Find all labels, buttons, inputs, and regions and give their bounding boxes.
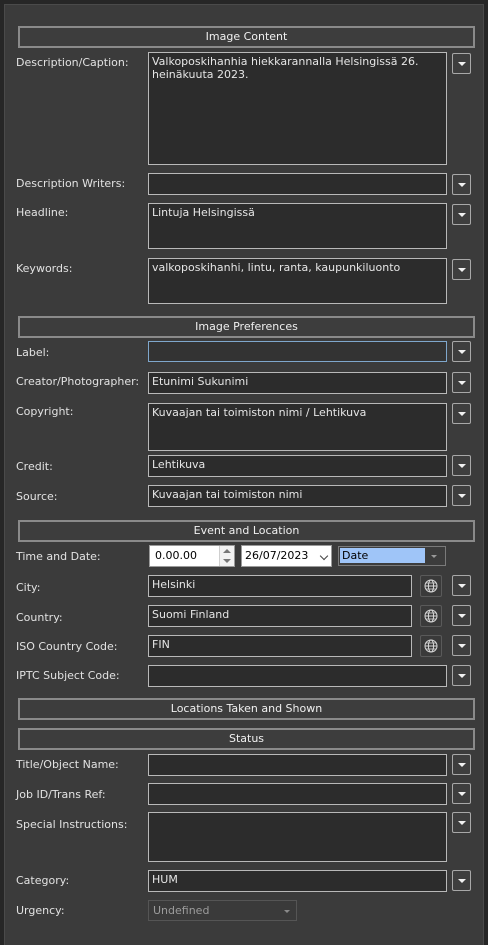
country-dropdown-button[interactable]: [452, 605, 471, 626]
chevron-down-icon: [284, 910, 290, 913]
chevron-down-icon: [319, 551, 329, 561]
country-globe-button[interactable]: [420, 605, 442, 627]
date-type-select[interactable]: Date: [338, 546, 446, 566]
urgency-value: Undefined: [153, 904, 210, 917]
section-event-location[interactable]: Event and Location: [18, 520, 475, 542]
globe-icon: [424, 639, 438, 653]
copyright-label: Copyright:: [16, 405, 74, 418]
headline-field[interactable]: Lintuja Helsingissä: [148, 203, 447, 249]
special-instructions-field[interactable]: [148, 812, 447, 862]
description-writers-field[interactable]: [148, 173, 447, 195]
title-object-name-label: Title/Object Name:: [16, 758, 119, 771]
keywords-label: Keywords:: [16, 262, 73, 275]
section-image-preferences[interactable]: Image Preferences: [18, 316, 475, 338]
headline-dropdown-button[interactable]: [452, 204, 471, 225]
date-value: 26/07/2023: [245, 549, 309, 562]
job-id-label: Job ID/Trans Ref:: [16, 788, 106, 801]
section-image-content[interactable]: Image Content: [18, 26, 475, 48]
source-label: Source:: [16, 490, 58, 503]
keywords-field[interactable]: valkoposkihanhi, lintu, ranta, kaupunkil…: [148, 258, 447, 304]
city-label: City:: [16, 581, 41, 594]
description-writers-dropdown-button[interactable]: [452, 174, 471, 195]
time-date-label: Time and Date:: [16, 550, 101, 563]
iso-globe-button[interactable]: [420, 635, 442, 657]
iso-dropdown-button[interactable]: [452, 635, 471, 656]
label-label: Label:: [16, 346, 50, 359]
globe-icon: [424, 579, 438, 593]
headline-label: Headline:: [16, 206, 69, 219]
date-picker[interactable]: 26/07/2023: [241, 545, 332, 567]
title-dropdown-button[interactable]: [452, 754, 471, 775]
creator-field[interactable]: Etunimi Sukunimi: [148, 372, 447, 394]
iso-country-code-field[interactable]: FIN: [148, 635, 412, 657]
copyright-field[interactable]: Kuvaajan tai toimiston nimi / Lehtikuva: [148, 403, 447, 451]
time-value: 0.00.00: [155, 549, 197, 562]
job-id-field[interactable]: [148, 783, 447, 805]
chevron-down-icon: [431, 555, 437, 558]
time-stepper[interactable]: [219, 546, 234, 566]
city-globe-button[interactable]: [420, 575, 442, 597]
section-locations-taken-shown[interactable]: Locations Taken and Shown: [18, 698, 475, 720]
credit-field[interactable]: Lehtikuva: [148, 455, 447, 477]
credit-dropdown-button[interactable]: [452, 455, 471, 476]
globe-icon: [424, 609, 438, 623]
credit-label: Credit:: [16, 460, 53, 473]
job-id-dropdown-button[interactable]: [452, 783, 471, 804]
special-instructions-label: Special Instructions:: [16, 818, 128, 831]
keywords-dropdown-button[interactable]: [452, 259, 471, 280]
iso-country-code-label: ISO Country Code:: [16, 640, 118, 653]
title-object-name-field[interactable]: [148, 754, 447, 776]
label-dropdown-button[interactable]: [452, 341, 471, 362]
description-dropdown-button[interactable]: [452, 53, 471, 74]
country-label: Country:: [16, 611, 63, 624]
city-field[interactable]: Helsinki: [148, 575, 412, 597]
section-status[interactable]: Status: [18, 728, 475, 750]
category-field[interactable]: HUM: [148, 870, 447, 892]
urgency-label: Urgency:: [16, 904, 65, 917]
category-dropdown-button[interactable]: [452, 870, 471, 891]
category-label: Category:: [16, 874, 70, 887]
urgency-select[interactable]: Undefined: [148, 900, 297, 921]
iptc-subject-code-label: IPTC Subject Code:: [16, 669, 120, 682]
spin-down-icon[interactable]: [223, 559, 231, 563]
iptc-dropdown-button[interactable]: [452, 665, 471, 686]
special-instructions-dropdown-button[interactable]: [452, 812, 471, 833]
creator-label: Creator/Photographer:: [16, 375, 140, 388]
description-label: Description/Caption:: [16, 56, 129, 69]
country-field[interactable]: Suomi Finland: [148, 605, 412, 627]
creator-dropdown-button[interactable]: [452, 372, 471, 393]
description-writers-label: Description Writers:: [16, 177, 126, 190]
source-field[interactable]: Kuvaajan tai toimiston nimi: [148, 485, 447, 507]
description-field[interactable]: Valkoposkihanhia hiekkarannalla Helsingi…: [148, 52, 447, 165]
label-field[interactable]: [148, 341, 447, 362]
city-dropdown-button[interactable]: [452, 575, 471, 596]
time-spinner[interactable]: 0.00.00: [149, 545, 235, 567]
copyright-dropdown-button[interactable]: [452, 403, 471, 424]
iptc-subject-code-field[interactable]: [148, 665, 447, 687]
spin-up-icon[interactable]: [223, 549, 231, 553]
date-type-value: Date: [340, 548, 425, 563]
source-dropdown-button[interactable]: [452, 485, 471, 506]
